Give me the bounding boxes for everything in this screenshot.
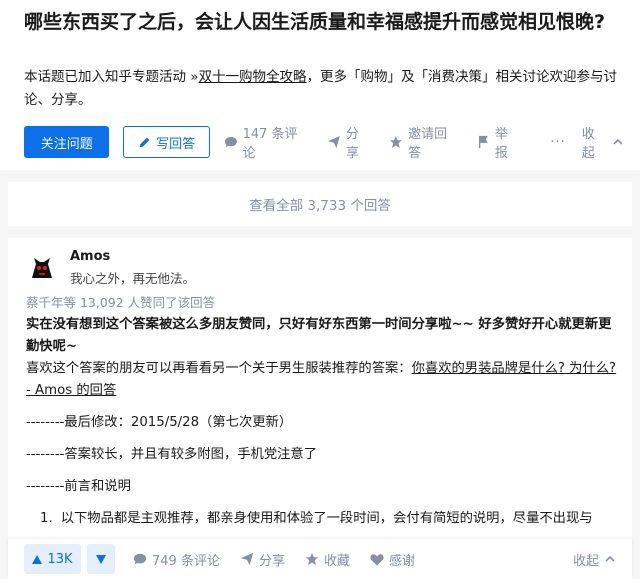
triangle-down-icon	[96, 554, 106, 564]
answer-share-label: 分享	[258, 553, 285, 569]
star-icon	[305, 552, 319, 566]
answer-paragraph: --------答案较长，并且有较多附图，手机党注意了	[26, 447, 318, 462]
list-number: 1.	[40, 511, 53, 526]
collapse-answer-button[interactable]: 收起	[573, 550, 616, 569]
list-item: 1. 以下物品都是主观推荐，都亲身使用和体验了一段时间，会付有简短的说明，尽量不…	[26, 508, 624, 530]
write-answer-button[interactable]: 写回答	[123, 126, 210, 158]
comment-icon	[224, 136, 237, 148]
thanks-button[interactable]: 感谢	[370, 550, 415, 569]
thanks-label: 感谢	[388, 553, 415, 569]
author-bio: 我心之外，再无他法。	[70, 271, 196, 286]
question-card: 哪些东西买了之后，会让人因生活质量和幸福感提升而感觉相见恨晚? 本话题已加入知乎…	[0, 0, 640, 170]
share-label: 分享	[345, 127, 359, 161]
answer-text: 喜欢这个答案的朋友可以再看看另一个关于男生服装推荐的答案：	[26, 361, 412, 376]
more-button[interactable]: ···	[550, 135, 565, 150]
answer-comments-button[interactable]: 749 条评论	[133, 550, 220, 569]
heart-icon	[370, 553, 384, 566]
collapse-label: 收起	[581, 127, 595, 161]
question-desc-prefix: 本话题已加入知乎专题活动 »	[24, 69, 199, 85]
write-answer-label: 写回答	[156, 136, 196, 152]
report-label: 举报	[494, 127, 508, 161]
invite-answer-button[interactable]: 邀请回答	[389, 123, 459, 161]
pencil-icon	[139, 137, 150, 147]
question-description: 本话题已加入知乎专题活动 »双十一购物全攻略，更多「购物」及「消费决策」相关讨论…	[24, 66, 624, 112]
answer-paragraph: --------最后修改：2015/5/28（第七次更新）	[26, 415, 293, 430]
answer-share-button[interactable]: 分享	[240, 550, 285, 569]
share-icon	[240, 552, 254, 566]
collect-button[interactable]: 收藏	[305, 550, 350, 569]
view-all-answers-link[interactable]: 查看全部 3,733 个回答	[8, 182, 632, 226]
answer-paragraph: --------前言和说明	[26, 479, 131, 494]
upvote-count: 13K	[47, 551, 73, 567]
downvote-button[interactable]	[87, 544, 115, 574]
comment-icon	[133, 553, 147, 565]
flag-icon	[479, 135, 488, 149]
answer-comments-label: 749 条评论	[152, 553, 220, 569]
report-button[interactable]: 举报	[477, 123, 520, 161]
avatar-image	[26, 252, 58, 284]
list-text: 以下物品都是主观推荐，都亲身使用和体验了一段时间，会付有简短的说明，尽量不出现与	[60, 511, 593, 526]
answer-content: 实在没有想到这个答案被这么多朋友赞同，只好有好东西第一时间分享啦~~ 好多赞好开…	[26, 314, 624, 530]
chevron-up-icon	[613, 138, 623, 145]
question-title: 哪些东西买了之后，会让人因生活质量和幸福感提升而感觉相见恨晚?	[24, 11, 606, 33]
answer-action-bar: 13K 749 条评论 分享 收藏 感谢 收起	[8, 539, 632, 579]
share-icon	[328, 135, 341, 149]
collect-label: 收藏	[323, 553, 350, 569]
question-actions: 关注问题 写回答 147 条评论 分享 邀请回答 举报 ··· 收起	[24, 123, 624, 161]
avatar[interactable]	[26, 252, 58, 284]
answer-paragraph: 喜欢这个答案的朋友可以再看看另一个关于男生服装推荐的答案：你喜欢的男装品牌是什么…	[26, 358, 624, 402]
answer-paragraph: 实在没有想到这个答案被这么多朋友赞同，只好有好东西第一时间分享啦~~ 好多赞好开…	[26, 317, 612, 354]
comments-label: 147 条评论	[242, 127, 298, 161]
answer-card: Amos 我心之外，再无他法。 蔡千年等 13,092 人赞同了该回答 实在没有…	[8, 238, 632, 579]
author-name[interactable]: Amos	[70, 249, 110, 264]
chevron-up-icon	[605, 555, 615, 562]
collapse-label: 收起	[572, 553, 599, 569]
comments-button[interactable]: 147 条评论	[224, 123, 309, 161]
topic-link[interactable]: 双十一购物全攻略	[199, 69, 307, 85]
follow-question-button[interactable]: 关注问题	[24, 126, 110, 158]
collapse-question-button[interactable]: 收起	[582, 123, 624, 161]
voters-summary[interactable]: 蔡千年等 13,092 人赞同了该回答	[26, 292, 215, 311]
invite-answer-label: 邀请回答	[408, 127, 448, 161]
share-button[interactable]: 分享	[327, 123, 371, 161]
star-icon	[390, 135, 403, 149]
triangle-up-icon	[32, 554, 43, 564]
upvote-button[interactable]: 13K	[24, 544, 81, 574]
